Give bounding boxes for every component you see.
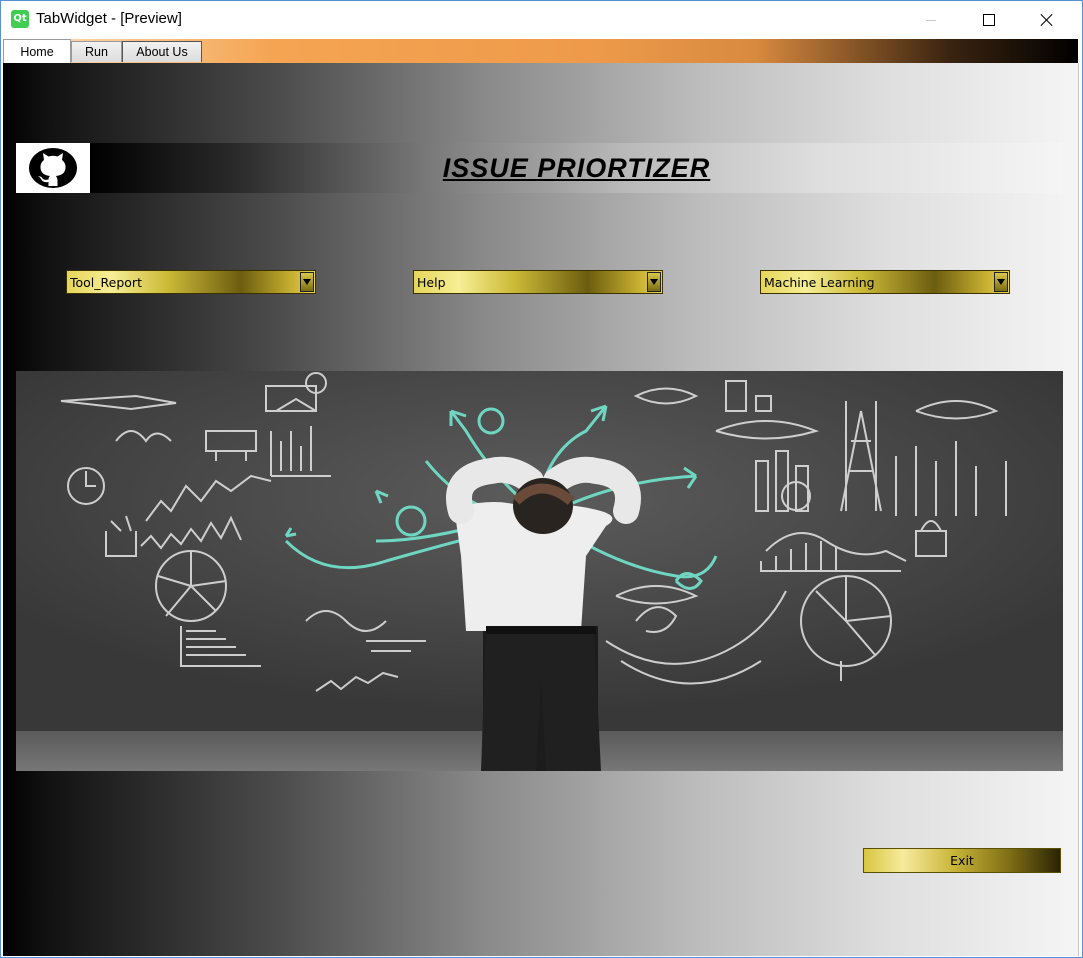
page-title: ISSUE PRIORTIZER [442,153,711,183]
help-dropdown[interactable]: Help [413,270,663,294]
window-title: TabWidget - [Preview] [36,10,182,27]
close-icon [1040,13,1054,27]
tab-home[interactable]: Home [3,39,71,63]
home-tab-panel: ISSUE PRIORTIZER Tool_Report Help Machin… [3,63,1079,956]
machine-learning-dropdown[interactable]: Machine Learning [760,270,1010,294]
maximize-icon [983,14,995,26]
tab-bar: Home Run About Us [3,39,1078,63]
tool-report-dropdown[interactable]: Tool_Report [66,270,316,294]
chalkboard-illustration [16,371,1063,771]
minimize-button[interactable] [902,1,960,39]
tab-about-us[interactable]: About Us [122,41,202,62]
hero-image [16,371,1063,771]
logo-frame [16,143,90,193]
chevron-down-icon[interactable] [994,272,1008,292]
close-button[interactable] [1018,1,1076,39]
tool-report-dropdown-value: Tool_Report [70,275,142,290]
machine-learning-dropdown-value: Machine Learning [764,275,875,290]
header-banner: ISSUE PRIORTIZER [90,143,1063,193]
title-bar: Qt TabWidget - [Preview] [1,1,1082,39]
qt-logo-icon: Qt [11,10,29,28]
exit-button[interactable]: Exit [863,848,1061,873]
github-icon [29,148,77,188]
chevron-down-icon[interactable] [300,272,314,292]
app-window: Qt TabWidget - [Preview] Home Run About … [0,0,1083,958]
chevron-down-icon[interactable] [647,272,661,292]
help-dropdown-value: Help [417,275,446,290]
maximize-button[interactable] [960,1,1018,39]
minimize-icon [926,19,936,21]
tab-run[interactable]: Run [71,41,122,62]
